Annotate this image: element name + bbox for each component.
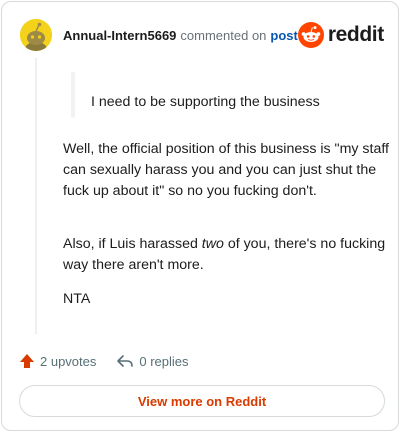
quoted-text: I need to be supporting the business (91, 94, 320, 110)
reply-button[interactable]: 0 replies (116, 353, 189, 369)
arrow-up-icon (20, 354, 34, 368)
upvote-count: 2 upvotes (40, 353, 97, 369)
comment-paragraph-3: NTA (63, 291, 91, 307)
reddit-wordmark: reddit (327, 23, 384, 46)
reply-arrow-icon (117, 355, 134, 367)
quote-bar (71, 72, 75, 118)
paragraph-2-before: Also, if Luis harassed (63, 236, 202, 252)
commented-on-label: commented on (180, 27, 267, 43)
reddit-logo-icon (297, 22, 324, 48)
thread-line (35, 58, 37, 334)
reddit-brand[interactable]: reddit (297, 22, 384, 48)
comment-header: Annual-Intern5669 commented on post reddit (20, 18, 384, 52)
view-more-button[interactable]: View more on Reddit (19, 385, 385, 417)
user-avatar[interactable] (20, 19, 52, 51)
snoo-avatar-icon (20, 19, 52, 51)
header-text: Annual-Intern5669 commented on post (63, 28, 298, 43)
upvote-button[interactable]: 2 upvotes (19, 353, 96, 369)
comment-actions: 2 upvotes 0 replies (19, 351, 189, 371)
reply-count: 0 replies (139, 353, 189, 369)
paragraph-2-emphasis: two (201, 236, 224, 252)
comment-embed-card: Annual-Intern5669 commented on post reddit… (1, 1, 399, 431)
post-link[interactable]: post (270, 28, 297, 43)
comment-paragraph-1: Well, the official position of this busi… (63, 141, 389, 199)
comment-paragraph-2: Also, if Luis harassed two of you, there… (63, 234, 389, 276)
username-link[interactable]: Annual-Intern5669 (63, 28, 176, 43)
